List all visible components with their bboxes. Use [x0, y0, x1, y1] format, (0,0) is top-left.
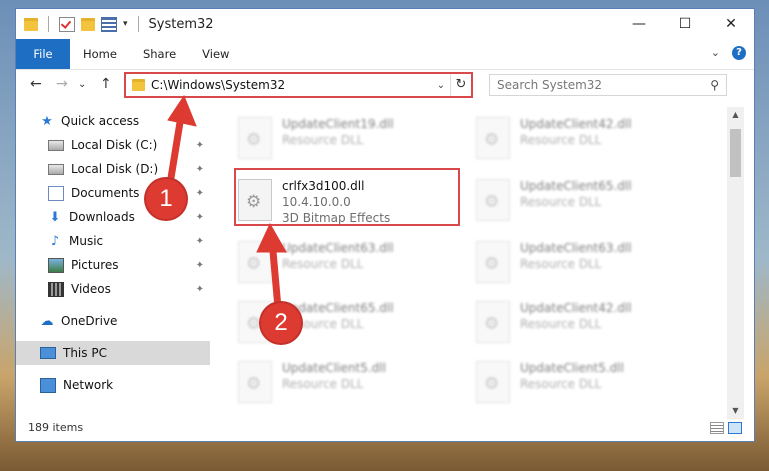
annotation-arrows — [166, 94, 287, 309]
annotation-arrow-1-head — [167, 94, 197, 127]
step-1-badge: 1 — [146, 179, 186, 219]
step-2-badge: 2 — [261, 303, 301, 343]
annotation-arrow-2-head — [256, 222, 287, 253]
